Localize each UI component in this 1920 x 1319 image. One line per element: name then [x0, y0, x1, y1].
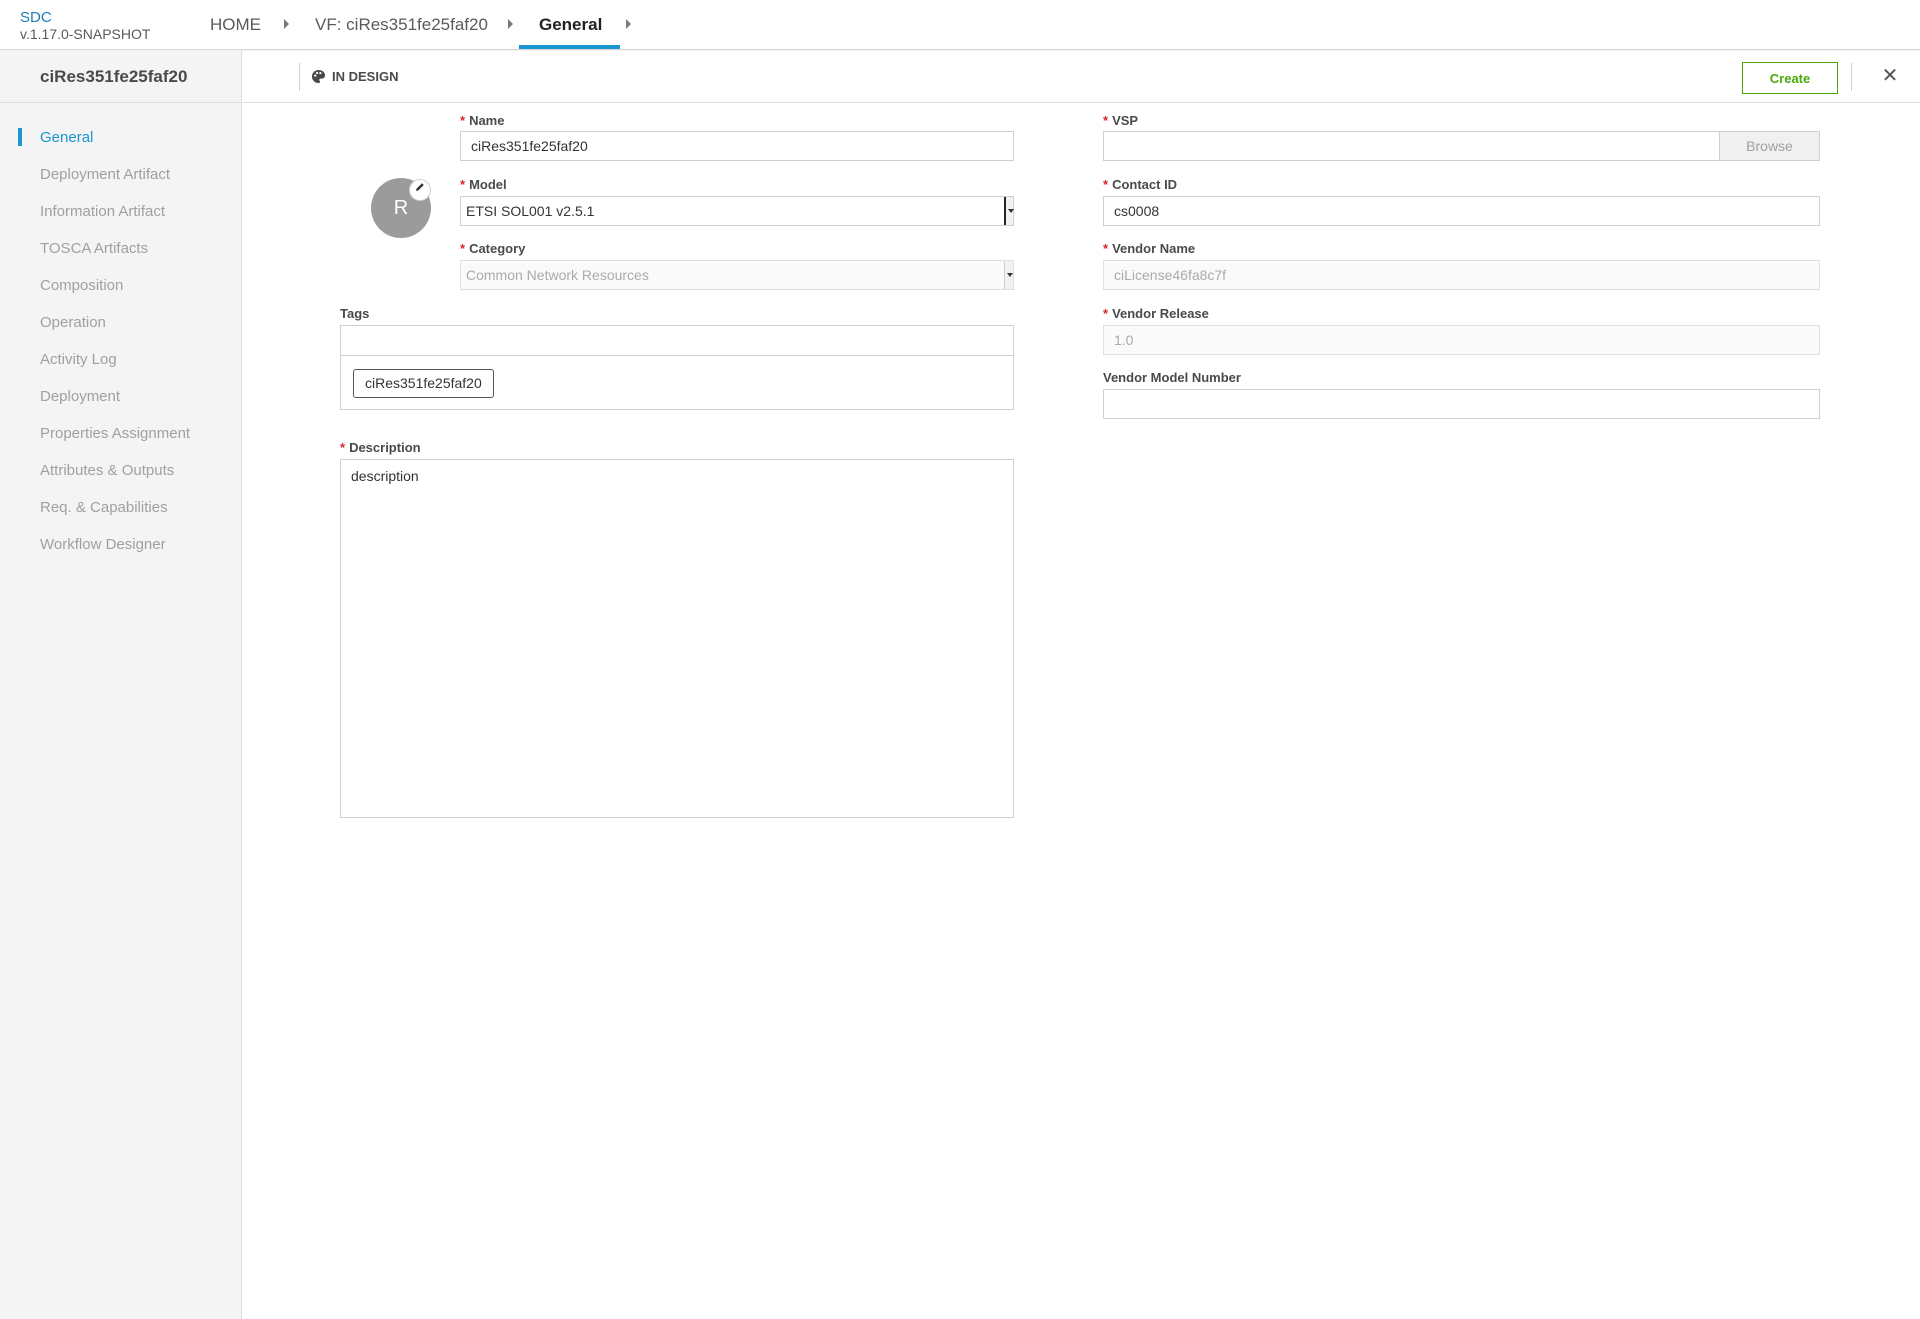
breadcrumb-vf[interactable]: VF: ciRes351fe25faf20: [315, 0, 488, 50]
name-label: * Name: [460, 113, 505, 128]
vsp-label: * VSP: [1103, 113, 1139, 128]
vendor-model-number-input[interactable]: [1103, 389, 1820, 419]
sidebar-item-deployment-artifact[interactable]: Deployment Artifact: [0, 156, 241, 193]
chevron-down-icon[interactable]: [1004, 261, 1013, 289]
tags-label: Tags: [340, 306, 370, 321]
model-selected-value: ETSI SOL001 v2.5.1: [466, 203, 595, 219]
pencil-icon[interactable]: [409, 179, 431, 201]
breadcrumb-separator-icon: [284, 19, 289, 29]
palette-icon: [311, 69, 326, 83]
vendor-name-input[interactable]: ciLicense46fa8c7f: [1103, 260, 1820, 290]
sidebar-item-deployment[interactable]: Deployment: [0, 378, 241, 415]
app-name: SDC: [20, 9, 52, 26]
sidebar-nav: General Deployment Artifact Information …: [0, 103, 241, 563]
vendor-name-label: * Vendor Name: [1103, 241, 1196, 256]
workspace-header: IN DESIGN Create ✕: [243, 51, 1920, 103]
sidebar-item-tosca-artifacts[interactable]: TOSCA Artifacts: [0, 230, 241, 267]
contact-id-label: * Contact ID: [1103, 177, 1178, 192]
category-label: * Category: [460, 241, 526, 256]
sidebar-item-properties-assignment[interactable]: Properties Assignment: [0, 415, 241, 452]
name-input[interactable]: ciRes351fe25faf20: [460, 131, 1014, 161]
sidebar-item-workflow-designer[interactable]: Workflow Designer: [0, 526, 241, 563]
category-selected-value: Common Network Resources: [466, 267, 649, 283]
divider: [1851, 63, 1852, 91]
browse-button[interactable]: Browse: [1719, 132, 1819, 160]
app-version: v.1.17.0-SNAPSHOT: [20, 26, 151, 42]
breadcrumb-separator-icon[interactable]: [626, 19, 631, 29]
vendor-release-input[interactable]: 1.0: [1103, 325, 1820, 355]
model-label: * Model: [460, 177, 507, 192]
category-select[interactable]: Common Network Resources: [460, 260, 1014, 290]
breadcrumb-home[interactable]: HOME: [210, 0, 261, 50]
top-bar: SDC v.1.17.0-SNAPSHOT HOME VF: ciRes351f…: [0, 0, 1920, 50]
vendor-release-label: * Vendor Release: [1103, 306, 1209, 321]
vendor-model-number-label: Vendor Model Number: [1103, 370, 1241, 385]
sidebar-title: ciRes351fe25faf20: [0, 51, 241, 103]
tags-field[interactable]: ciRes351fe25faf20: [340, 325, 1014, 410]
create-button[interactable]: Create: [1742, 62, 1838, 94]
status-text: IN DESIGN: [332, 69, 399, 84]
breadcrumb-separator-icon: [508, 19, 513, 29]
sidebar-item-attributes-outputs[interactable]: Attributes & Outputs: [0, 452, 241, 489]
sidebar-item-req-capabilities[interactable]: Req. & Capabilities: [0, 489, 241, 526]
vsp-input[interactable]: Browse: [1103, 131, 1820, 161]
contact-id-input[interactable]: cs0008: [1103, 196, 1820, 226]
model-select[interactable]: ETSI SOL001 v2.5.1: [460, 196, 1014, 226]
chevron-down-icon[interactable]: [1004, 197, 1014, 225]
brand[interactable]: SDC v.1.17.0-SNAPSHOT: [20, 9, 150, 43]
breadcrumb-active-indicator: [519, 45, 620, 49]
description-textarea[interactable]: description: [340, 459, 1014, 818]
divider: [299, 63, 300, 91]
sidebar-item-operation[interactable]: Operation: [0, 304, 241, 341]
lifecycle-status: IN DESIGN: [311, 51, 398, 103]
sidebar-item-activity-log[interactable]: Activity Log: [0, 341, 241, 378]
pencil-icon-glyph: [416, 183, 424, 191]
sidebar-item-general[interactable]: General: [0, 119, 241, 156]
left-sidebar: ciRes351fe25faf20 General Deployment Art…: [0, 51, 242, 1319]
tags-input[interactable]: [341, 326, 1013, 356]
description-label: * Description: [340, 440, 421, 455]
sidebar-item-composition[interactable]: Composition: [0, 267, 241, 304]
tag-chip[interactable]: ciRes351fe25faf20: [353, 369, 494, 398]
sidebar-item-information-artifact[interactable]: Information Artifact: [0, 193, 241, 230]
breadcrumb-current[interactable]: General: [539, 0, 602, 50]
close-icon[interactable]: ✕: [1879, 65, 1901, 87]
